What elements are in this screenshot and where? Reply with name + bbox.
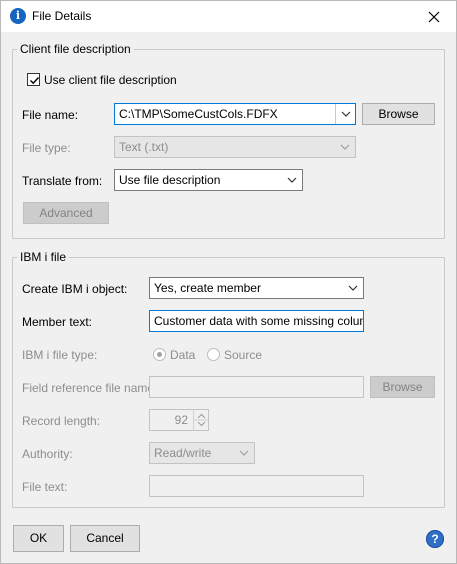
chevron-down-icon: [234, 443, 254, 463]
translate-from-label: Translate from:: [22, 174, 103, 188]
spin-arrows-icon[interactable]: [193, 410, 209, 430]
client-group-legend: Client file description: [17, 42, 134, 56]
ok-button[interactable]: OK: [13, 525, 64, 552]
file-name-label: File name:: [22, 108, 79, 122]
file-name-combo[interactable]: C:\TMP\SomeCustCols.FDFX: [114, 103, 356, 125]
file-type-data-radio[interactable]: [153, 348, 166, 361]
field-ref-label: Field reference file name:: [22, 381, 158, 395]
translate-from-value: Use file description: [119, 173, 221, 187]
member-text-input[interactable]: Customer data with some missing columns: [149, 310, 364, 332]
create-object-label: Create IBM i object:: [22, 282, 128, 296]
file-type-source-label: Source: [224, 348, 263, 362]
ibm-group-legend: IBM i file: [17, 250, 70, 264]
translate-from-select[interactable]: Use file description: [114, 169, 303, 191]
file-type-data-label: Data: [170, 348, 196, 362]
chevron-down-icon[interactable]: [282, 170, 302, 190]
file-details-dialog: i File Details Client file description U…: [0, 0, 457, 564]
file-type-label: File type:: [22, 141, 71, 155]
ibm-file-type-label: IBM i file type:: [22, 348, 98, 362]
info-icon: i: [10, 8, 26, 24]
authority-value: Read/write: [154, 446, 212, 460]
record-length-spinner[interactable]: 92: [149, 409, 209, 431]
record-length-label: Record length:: [22, 414, 101, 428]
file-type-source-radio[interactable]: [207, 348, 220, 361]
client-browse-button[interactable]: Browse: [362, 103, 435, 125]
member-text-label: Member text:: [22, 315, 93, 329]
file-type-value: Text (.txt): [119, 140, 169, 154]
create-object-value: Yes, create member: [154, 281, 261, 295]
authority-label: Authority:: [22, 447, 73, 461]
file-type-select[interactable]: Text (.txt): [114, 136, 356, 158]
chevron-down-icon[interactable]: [343, 278, 363, 298]
chevron-down-icon: [335, 137, 355, 157]
cancel-button[interactable]: Cancel: [70, 525, 140, 552]
use-client-desc-label: Use client file description: [44, 73, 177, 87]
use-client-desc-checkbox[interactable]: [27, 73, 40, 86]
help-icon[interactable]: ?: [426, 530, 444, 548]
close-icon: [428, 11, 440, 22]
window-title: File Details: [32, 9, 92, 23]
file-text-input[interactable]: [149, 475, 364, 497]
close-button[interactable]: [412, 1, 456, 32]
ibm-browse-button[interactable]: Browse: [370, 376, 435, 398]
advanced-button[interactable]: Advanced: [23, 202, 109, 224]
checkmark-icon: [29, 76, 40, 85]
file-name-value: C:\TMP\SomeCustCols.FDFX: [119, 107, 278, 121]
title-bar: i File Details: [1, 1, 456, 32]
record-length-value: 92: [174, 413, 188, 427]
field-ref-input[interactable]: [149, 376, 364, 398]
file-text-label: File text:: [22, 480, 68, 494]
authority-select[interactable]: Read/write: [149, 442, 255, 464]
create-object-select[interactable]: Yes, create member: [149, 277, 364, 299]
chevron-down-icon[interactable]: [335, 104, 355, 124]
